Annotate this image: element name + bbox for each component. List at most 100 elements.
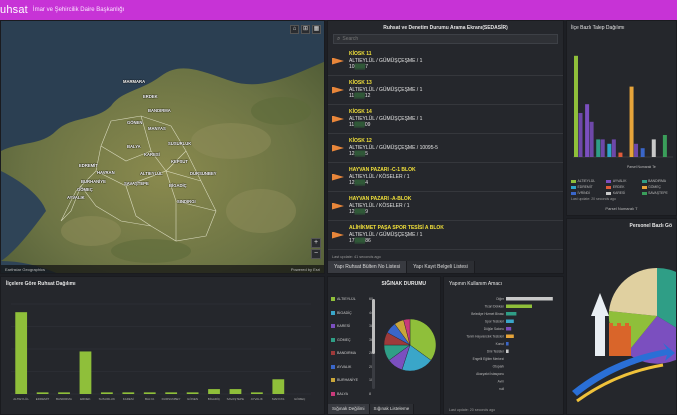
basemap-button[interactable]: ▦ bbox=[312, 25, 321, 34]
legend-item[interactable]: İVRİNDİ bbox=[571, 191, 604, 195]
bar[interactable] bbox=[506, 349, 509, 354]
list-item[interactable]: ALİHİKMET PAŞA SPOR TESİSİ A BLOK ALTIEY… bbox=[328, 221, 563, 250]
legend-item[interactable]: ERDEK bbox=[606, 185, 639, 189]
list-item[interactable]: HAYVAN PAZARI -A-BLOK ALTIEYLÜL / KÖSELE… bbox=[328, 192, 563, 221]
item-code-suffix: 5 bbox=[365, 151, 368, 158]
map-label-bigadic[interactable]: BİGADİÇ bbox=[169, 183, 187, 188]
map-label-havran[interactable]: HAVRAN bbox=[97, 170, 115, 175]
shelter-legend-item[interactable]: GÖMEÇ bbox=[331, 337, 351, 342]
tab-kayit-belgeli[interactable]: Yapı Kayıt Belgeli Listesi bbox=[407, 261, 475, 273]
bar[interactable] bbox=[506, 342, 509, 346]
bar[interactable] bbox=[618, 152, 623, 157]
bar[interactable] bbox=[143, 392, 156, 394]
bar[interactable] bbox=[662, 135, 667, 157]
list-item[interactable]: HAYVAN PAZARI -C-1 BLOK ALTIEYLÜL / KÖSE… bbox=[328, 163, 563, 192]
bar[interactable] bbox=[79, 351, 92, 394]
shelter-scrollbar[interactable] bbox=[372, 299, 375, 389]
shelter-legend-item[interactable]: ALTIEYLÜL bbox=[331, 297, 356, 301]
map-label-burhaniye[interactable]: BURHANİYE bbox=[81, 179, 106, 184]
list-item[interactable]: KİOSK 14 ALTIEYLÜL / GÜMÜŞÇEŞME / 1 11▒▒… bbox=[328, 105, 563, 134]
legend-label: ERDEK bbox=[612, 185, 625, 189]
layers-button[interactable]: ⊞ bbox=[301, 25, 310, 34]
bar[interactable] bbox=[585, 104, 590, 157]
legend-item[interactable]: EDREMİT bbox=[571, 185, 604, 189]
bar[interactable] bbox=[596, 139, 601, 157]
bar[interactable] bbox=[36, 392, 49, 394]
bar[interactable] bbox=[589, 121, 594, 157]
map-label-savastepe[interactable]: SAVAŞTEPE bbox=[124, 181, 149, 186]
map-label-balya[interactable]: BALYA bbox=[127, 144, 141, 149]
bar[interactable] bbox=[506, 334, 514, 339]
bar[interactable] bbox=[251, 392, 263, 394]
map-label-kepsut[interactable]: KEPSUT bbox=[171, 159, 188, 164]
legend-item[interactable]: AYVALIK bbox=[606, 179, 639, 183]
bar[interactable] bbox=[506, 319, 514, 324]
map-label-gomec[interactable]: GÖMEÇ bbox=[77, 187, 93, 192]
search-box[interactable]: ⌕ bbox=[333, 34, 558, 44]
map-label-edremit[interactable]: EDREMİT bbox=[79, 163, 98, 168]
zoom-out-button[interactable]: − bbox=[311, 249, 321, 259]
legend-item[interactable]: KARESİ bbox=[606, 191, 639, 195]
map-label-karesi[interactable]: KARESİ bbox=[144, 152, 160, 157]
list-item[interactable]: KİOSK 11 ALTIEYLÜL / GÜMÜŞÇEŞME / 1 10▒▒… bbox=[328, 47, 563, 76]
bar[interactable] bbox=[122, 392, 135, 394]
map-label-erdek[interactable]: ERDEK bbox=[143, 94, 158, 99]
map-label-dursunbey[interactable]: DURSUNBEY bbox=[190, 171, 217, 176]
map-label-marmara[interactable]: MARMARA bbox=[123, 79, 145, 84]
bar[interactable] bbox=[651, 139, 656, 157]
shelter-legend-item[interactable]: BİGADİÇ bbox=[331, 310, 352, 315]
map-label-manyas[interactable]: MANYAS bbox=[148, 126, 166, 131]
bar[interactable] bbox=[607, 143, 612, 157]
tab-ruhsat-bulten[interactable]: Yapı Ruhsat Bülten No Listesi bbox=[328, 261, 408, 273]
map-canvas[interactable] bbox=[1, 21, 325, 274]
map-label-sindirgi[interactable]: SINDIRGI bbox=[177, 199, 196, 204]
tab-siginak-listeleme[interactable]: Sığınak Listeleme bbox=[369, 404, 415, 414]
map-label-ayvalik[interactable]: AYVALIK bbox=[67, 195, 85, 200]
bar[interactable] bbox=[506, 327, 512, 331]
tab-siginak-degilimi[interactable]: Sığınak Değilimi bbox=[328, 404, 370, 414]
legend-item[interactable]: ALTIEYLÜL bbox=[571, 179, 604, 183]
map-label-susurluk[interactable]: SUSURLUK bbox=[168, 141, 191, 146]
bar[interactable] bbox=[15, 312, 28, 394]
bar[interactable] bbox=[101, 392, 113, 394]
bar[interactable] bbox=[640, 148, 645, 157]
bar[interactable] bbox=[58, 392, 70, 394]
shelter-legend-item[interactable]: BANDIRMA bbox=[331, 351, 356, 355]
search-input[interactable] bbox=[342, 36, 543, 42]
bar[interactable] bbox=[506, 312, 517, 316]
shelter-legend-item[interactable]: BALYA bbox=[331, 391, 348, 396]
bar[interactable] bbox=[634, 143, 639, 157]
item-code: 12▒▒▒5 bbox=[349, 151, 368, 158]
pie-slice[interactable] bbox=[609, 267, 657, 316]
list-item[interactable]: KİOSK 12 ALTIEYLÜL / GÜMÜŞÇEŞME / 10095-… bbox=[328, 134, 563, 163]
item-code: 10▒▒▒7 bbox=[349, 64, 368, 71]
bar[interactable] bbox=[165, 392, 178, 394]
map-label-bandirma[interactable]: BANDIRMA bbox=[148, 108, 171, 113]
map-panel[interactable]: MARMARA ERDEK BANDIRMA GÖNEN MANYAS BALY… bbox=[0, 20, 325, 274]
shelter-legend-item[interactable]: KARESİ bbox=[331, 324, 350, 328]
legend-item[interactable]: BANDIRMA bbox=[641, 179, 675, 183]
legend-swatch bbox=[331, 378, 335, 382]
legend-item[interactable]: GÖMEÇ bbox=[641, 185, 675, 189]
bar[interactable] bbox=[229, 389, 242, 394]
zoom-in-button[interactable]: + bbox=[311, 238, 321, 248]
bar[interactable] bbox=[186, 392, 199, 394]
bar[interactable] bbox=[208, 389, 220, 394]
shelter-legend-item[interactable]: BURHANİYE bbox=[331, 378, 358, 382]
bar[interactable] bbox=[506, 304, 532, 309]
shelter-legend-item[interactable]: AYVALIK bbox=[331, 364, 351, 369]
parsel-link[interactable]: Parsel Numaralı T bbox=[567, 206, 676, 211]
bar[interactable] bbox=[611, 139, 616, 157]
map-label-gonen[interactable]: GÖNEN bbox=[127, 120, 142, 125]
bar[interactable] bbox=[574, 55, 578, 157]
bar[interactable] bbox=[578, 113, 583, 157]
home-button[interactable]: ⌂ bbox=[290, 25, 299, 34]
legend-item[interactable]: SAVAŞTEPE bbox=[641, 191, 675, 195]
bar[interactable] bbox=[272, 379, 285, 394]
item-code-suffix: 9 bbox=[365, 209, 368, 216]
bar[interactable] bbox=[506, 297, 553, 301]
bar[interactable] bbox=[600, 139, 605, 157]
bar[interactable] bbox=[629, 86, 634, 157]
list-item[interactable]: KİOSK 13 ALTIEYLÜL / GÜMÜŞÇEŞME / 1 11▒▒… bbox=[328, 76, 563, 105]
map-label-altieylul[interactable]: ALTIEYLÜL bbox=[140, 171, 163, 176]
